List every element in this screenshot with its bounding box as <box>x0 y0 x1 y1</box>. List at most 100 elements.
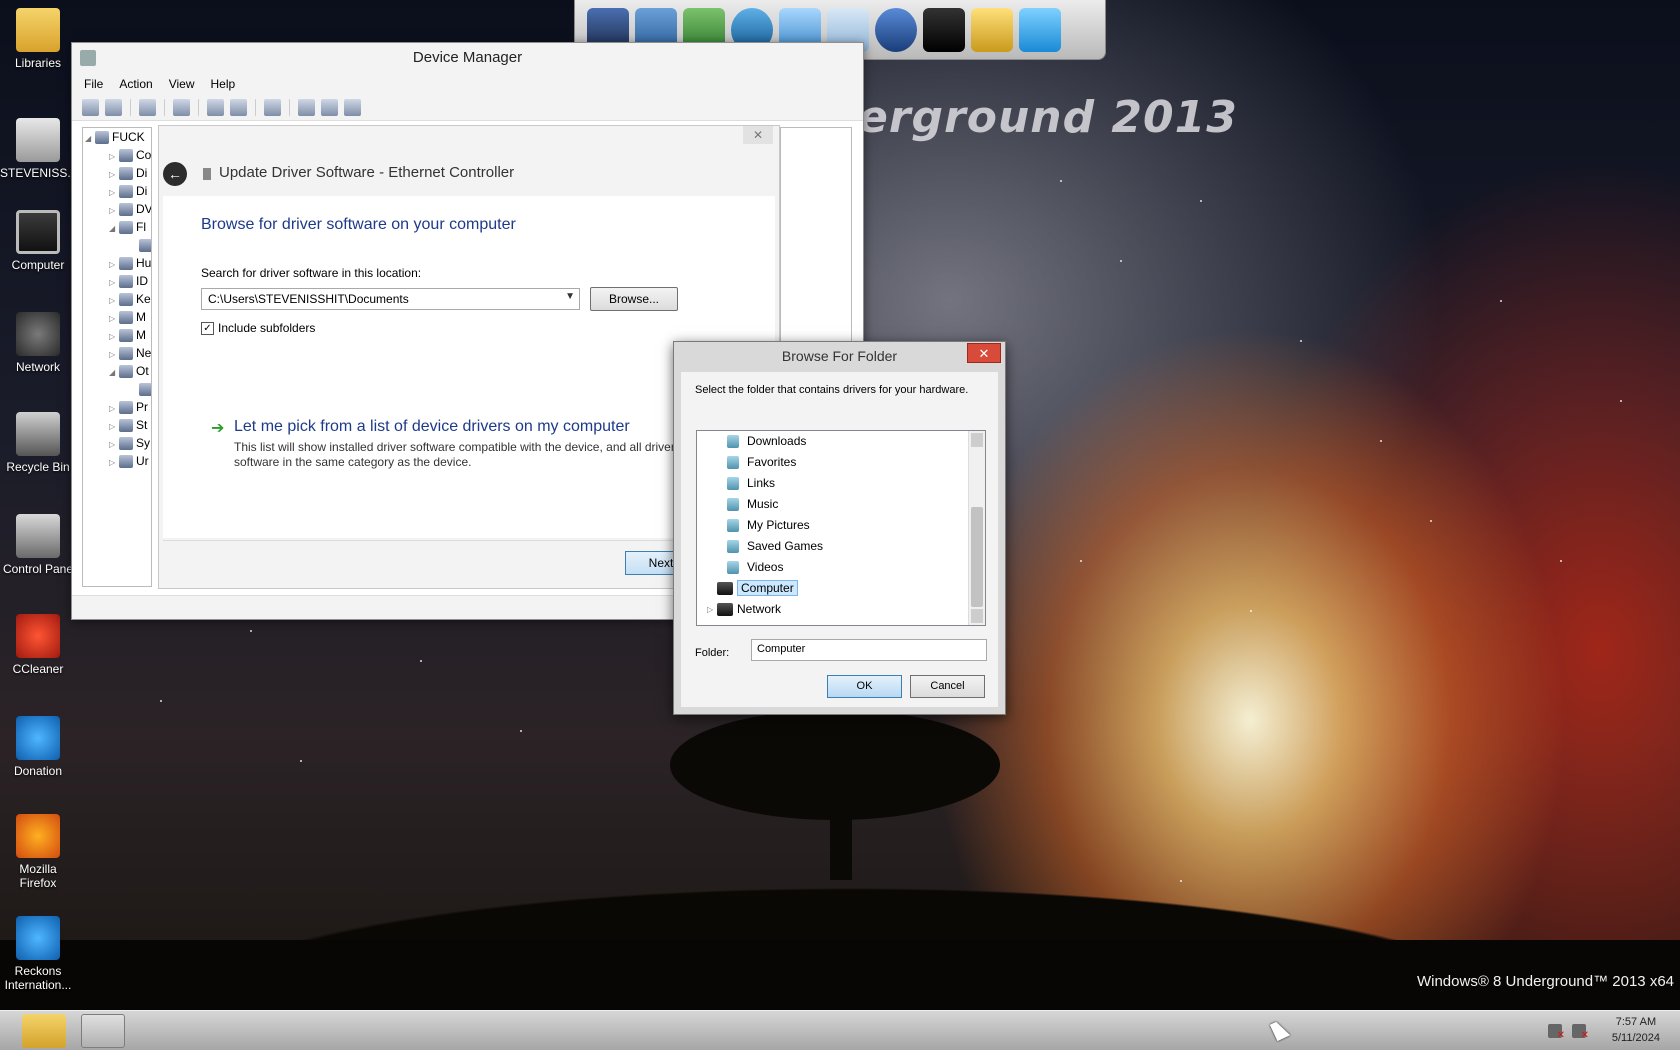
menu-help[interactable]: Help <box>205 77 242 91</box>
desktop-icon-donation[interactable]: Donation <box>0 716 76 778</box>
tree-item[interactable]: ▷ Ur <box>83 452 151 470</box>
tree-item[interactable]: ▷ Ne <box>83 344 151 362</box>
tree-item-label: M <box>136 328 146 342</box>
folder-item-videos[interactable]: Videos <box>697 557 985 578</box>
desktop-icon-network[interactable]: Network <box>0 312 76 374</box>
help-icon[interactable] <box>207 99 224 116</box>
recycle-bin-dock-icon[interactable] <box>1019 7 1061 52</box>
file-explorer-taskbar-button[interactable] <box>22 1014 66 1048</box>
globe-dock-icon[interactable] <box>875 7 917 52</box>
scrollbar[interactable] <box>968 431 985 625</box>
show-hide-tree-icon[interactable] <box>139 99 156 116</box>
close-button[interactable]: ✕ <box>967 343 1001 363</box>
expander-icon[interactable]: ▷ <box>109 454 119 472</box>
tree-item[interactable]: ▷ Sy <box>83 434 151 452</box>
flag-icon[interactable]: ✕ <box>1548 1024 1565 1041</box>
tree-item[interactable]: ▷ Ke <box>83 290 151 308</box>
back-arrow-icon[interactable] <box>82 99 99 116</box>
desktop-icon-computer[interactable]: Computer <box>0 210 76 272</box>
tree-item[interactable]: ◢ FUCK <box>83 128 151 146</box>
include-subfolders-checkbox[interactable]: ✓ <box>201 321 214 335</box>
tree-item[interactable]: ▷ ID <box>83 272 151 290</box>
folder-label: Network <box>737 602 782 616</box>
device-category-icon <box>119 275 133 289</box>
include-subfolders-option[interactable]: ✓ Include subfolders <box>201 321 315 335</box>
driver-path-combobox[interactable]: C:\Users\STEVENISSHIT\Documents ▼ <box>201 288 580 310</box>
device-category-icon <box>119 311 133 325</box>
device-category-icon <box>119 347 133 361</box>
folder-item-favorites[interactable]: Favorites <box>697 452 985 473</box>
tree-item[interactable]: ◢ Fl <box>83 218 151 236</box>
device-manager-icon <box>80 50 96 66</box>
tree-item-label: St <box>136 418 148 432</box>
forward-arrow-icon[interactable] <box>105 99 122 116</box>
tree-item[interactable]: ▷ Hu <box>83 254 151 272</box>
tree-item-label: Di <box>136 166 148 180</box>
scroll-up-icon[interactable] <box>971 433 983 447</box>
device-manager-taskbar-button[interactable] <box>81 1014 125 1048</box>
desktop-icon-libraries[interactable]: Libraries <box>0 8 76 70</box>
tree-item[interactable]: ▷ M <box>83 326 151 344</box>
chevron-down-icon[interactable]: ▼ <box>565 291 575 302</box>
disable-device-icon[interactable] <box>344 99 361 116</box>
tree-item[interactable]: ◢ Ot <box>83 362 151 380</box>
tree-item[interactable] <box>83 236 151 254</box>
scrollbar-thumb[interactable] <box>971 507 983 607</box>
folder-item-computer[interactable]: Computer <box>697 578 985 599</box>
scroll-down-icon[interactable] <box>971 609 983 623</box>
system-clock[interactable]: 7:57 AM 5/11/2024 <box>1612 1014 1660 1046</box>
folder-item-music[interactable]: Music <box>697 494 985 515</box>
tree-item[interactable]: ▷ St <box>83 416 151 434</box>
device-category-icon <box>119 203 133 217</box>
folder-item-links[interactable]: Links <box>697 473 985 494</box>
cancel-button[interactable]: Cancel <box>910 675 985 698</box>
tree-item[interactable] <box>83 380 151 398</box>
folder-item-my-pictures[interactable]: My Pictures <box>697 515 985 536</box>
update-driver-icon[interactable] <box>298 99 315 116</box>
wallpaper-brand-text: erground 2013 <box>858 92 1238 143</box>
user-dock-icon[interactable] <box>923 7 965 52</box>
tree-item[interactable]: ▷ Pr <box>83 398 151 416</box>
desktop-icon-control-panel[interactable]: Control Pane <box>0 514 76 576</box>
folder-icon <box>727 519 739 532</box>
folder-item-saved-games[interactable]: Saved Games <box>697 536 985 557</box>
browse-button[interactable]: Browse... <box>590 287 678 311</box>
folder-item-network[interactable]: ▷ Network <box>697 599 985 620</box>
desktop-icon-drive[interactable]: STEVENISS... <box>0 118 77 180</box>
window-titlebar[interactable]: Device Manager <box>72 43 863 73</box>
folder-item-downloads[interactable]: Downloads <box>697 431 985 452</box>
dialog-titlebar[interactable]: Browse For Folder ✕ <box>674 342 1005 370</box>
tree-item[interactable]: ▷ Di <box>83 182 151 200</box>
back-arrow-icon[interactable]: ← <box>163 162 187 186</box>
expander-icon[interactable]: ▷ <box>707 599 713 620</box>
desktop-icon-recycle-bin[interactable]: Recycle Bin <box>0 412 76 474</box>
device-category-icon <box>119 365 133 379</box>
tools-dock-icon[interactable] <box>971 7 1013 52</box>
toolbar-separator <box>255 99 256 116</box>
dialog-instruction: Select the folder that contains drivers … <box>695 384 969 396</box>
ok-button[interactable]: OK <box>827 675 902 698</box>
uninstall-icon[interactable] <box>321 99 338 116</box>
menu-action[interactable]: Action <box>113 77 158 91</box>
pick-from-list-link[interactable]: Let me pick from a list of device driver… <box>234 418 630 436</box>
scan-hardware-icon[interactable] <box>264 99 281 116</box>
desktop-icon-reckons[interactable]: Reckons Internation... <box>0 916 76 992</box>
menu-file[interactable]: File <box>78 77 109 91</box>
folder-name-field[interactable]: Computer <box>751 639 987 661</box>
menu-view[interactable]: View <box>163 77 201 91</box>
tree-item[interactable]: ▷ M <box>83 308 151 326</box>
tree-item[interactable]: ▷ DV <box>83 200 151 218</box>
folder-tree: Downloads Favorites Links Music My Pictu… <box>696 430 986 626</box>
folder-icon <box>727 435 739 448</box>
desktop-icon-firefox[interactable]: Mozilla Firefox <box>0 814 76 890</box>
ccleaner-icon <box>16 614 60 658</box>
tree-item[interactable]: ▷ Co <box>83 146 151 164</box>
volume-icon[interactable]: ✕ <box>1572 1024 1589 1041</box>
muted-badge-icon: ✕ <box>1580 1030 1589 1041</box>
tree-item[interactable]: ▷ Di <box>83 164 151 182</box>
toolbar-separator <box>130 99 131 116</box>
green-arrow-icon: ➔ <box>211 420 225 437</box>
desktop-icon-ccleaner[interactable]: CCleaner <box>0 614 76 676</box>
view-icon[interactable] <box>230 99 247 116</box>
properties-icon[interactable] <box>173 99 190 116</box>
